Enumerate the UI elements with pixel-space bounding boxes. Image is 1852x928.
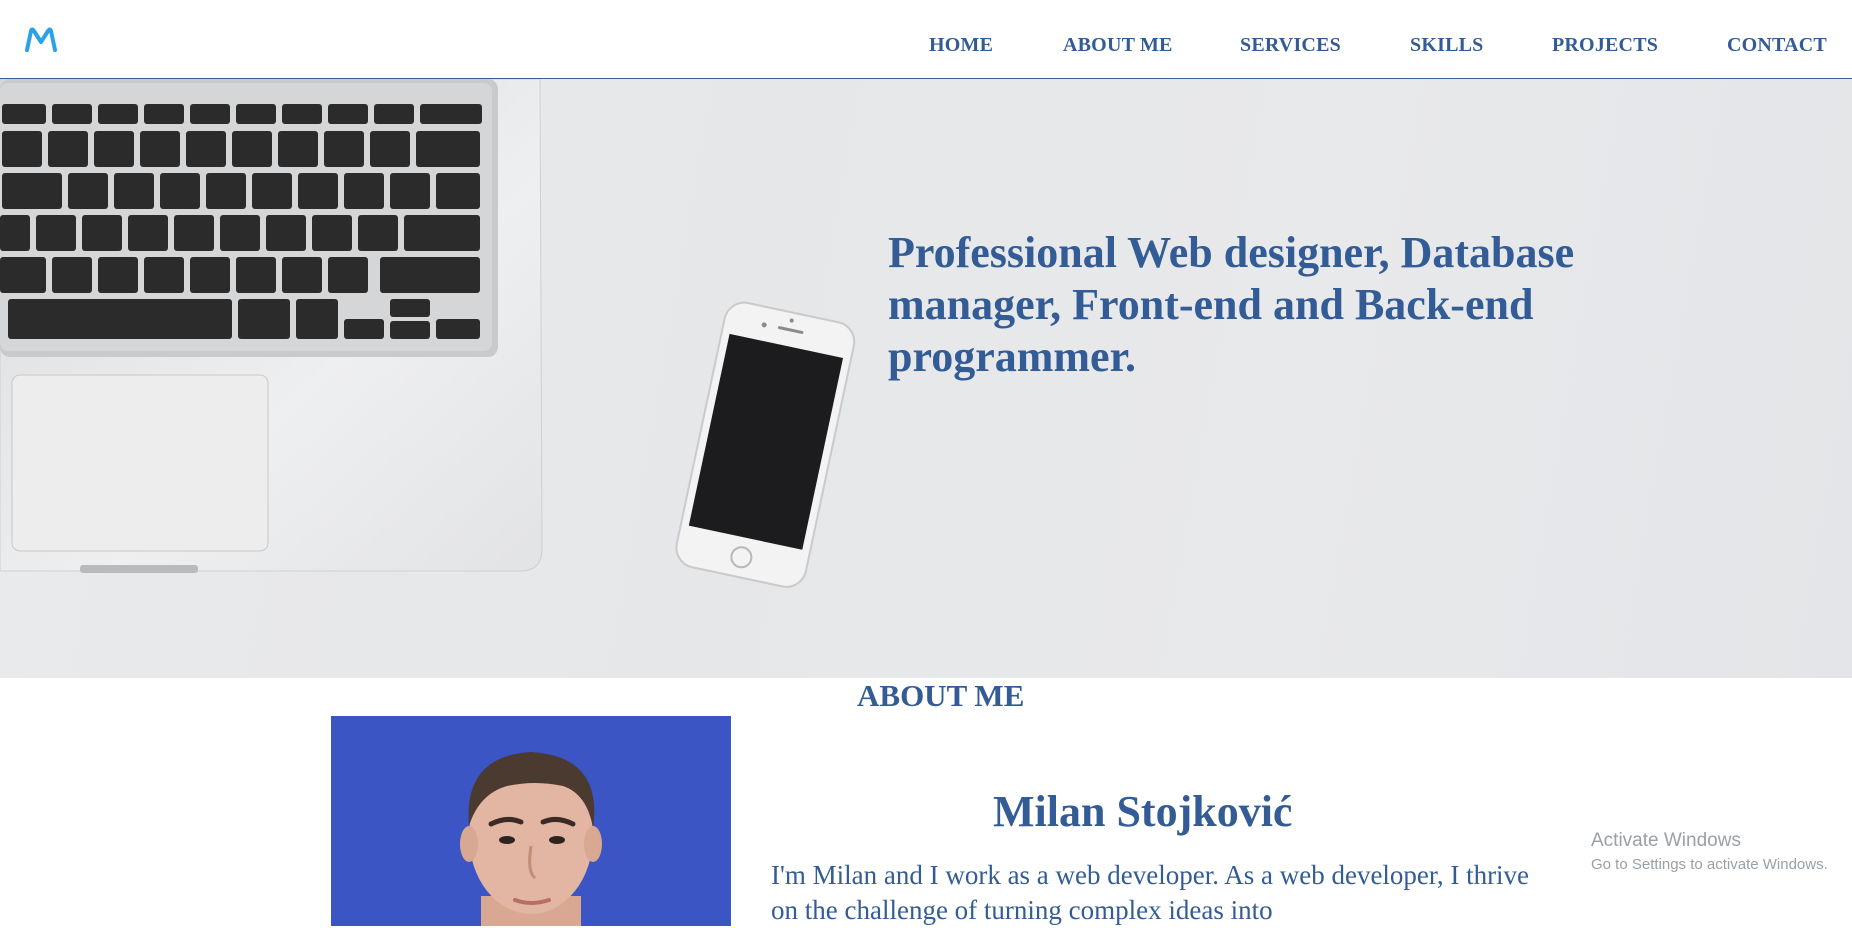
laptop-image	[0, 79, 543, 573]
nav-projects[interactable]: PROJECTS	[1552, 34, 1658, 57]
nav-about-me[interactable]: ABOUT ME	[1063, 34, 1173, 57]
watermark-line-1: Activate Windows	[1591, 830, 1741, 851]
nav-contact[interactable]: CONTACT	[1727, 34, 1827, 57]
phone-image	[675, 301, 856, 588]
profile-name: Milan Stojković	[993, 787, 1293, 836]
about-heading: ABOUT ME	[857, 678, 1025, 713]
site-header: HOME ABOUT ME SERVICES SKILLS PROJECTS C…	[0, 0, 1852, 79]
profile-photo	[331, 716, 731, 926]
nav-skills[interactable]: SKILLS	[1410, 34, 1483, 57]
nav-services[interactable]: SERVICES	[1240, 34, 1341, 57]
hero-title: Professional Web designer, Database mana…	[888, 228, 1575, 381]
watermark-line-2: Go to Settings to activate Windows.	[1591, 856, 1828, 873]
main-nav: HOME ABOUT ME SERVICES SKILLS PROJECTS C…	[0, 0, 1852, 78]
profile-bio: I'm Milan and I work as a web developer.…	[771, 860, 1530, 925]
nav-home[interactable]: HOME	[929, 34, 993, 57]
hero-section: Professional Web designer, Database mana…	[0, 79, 1852, 678]
windows-activation-watermark: Activate Windows Go to Settings to activ…	[1591, 830, 1828, 873]
